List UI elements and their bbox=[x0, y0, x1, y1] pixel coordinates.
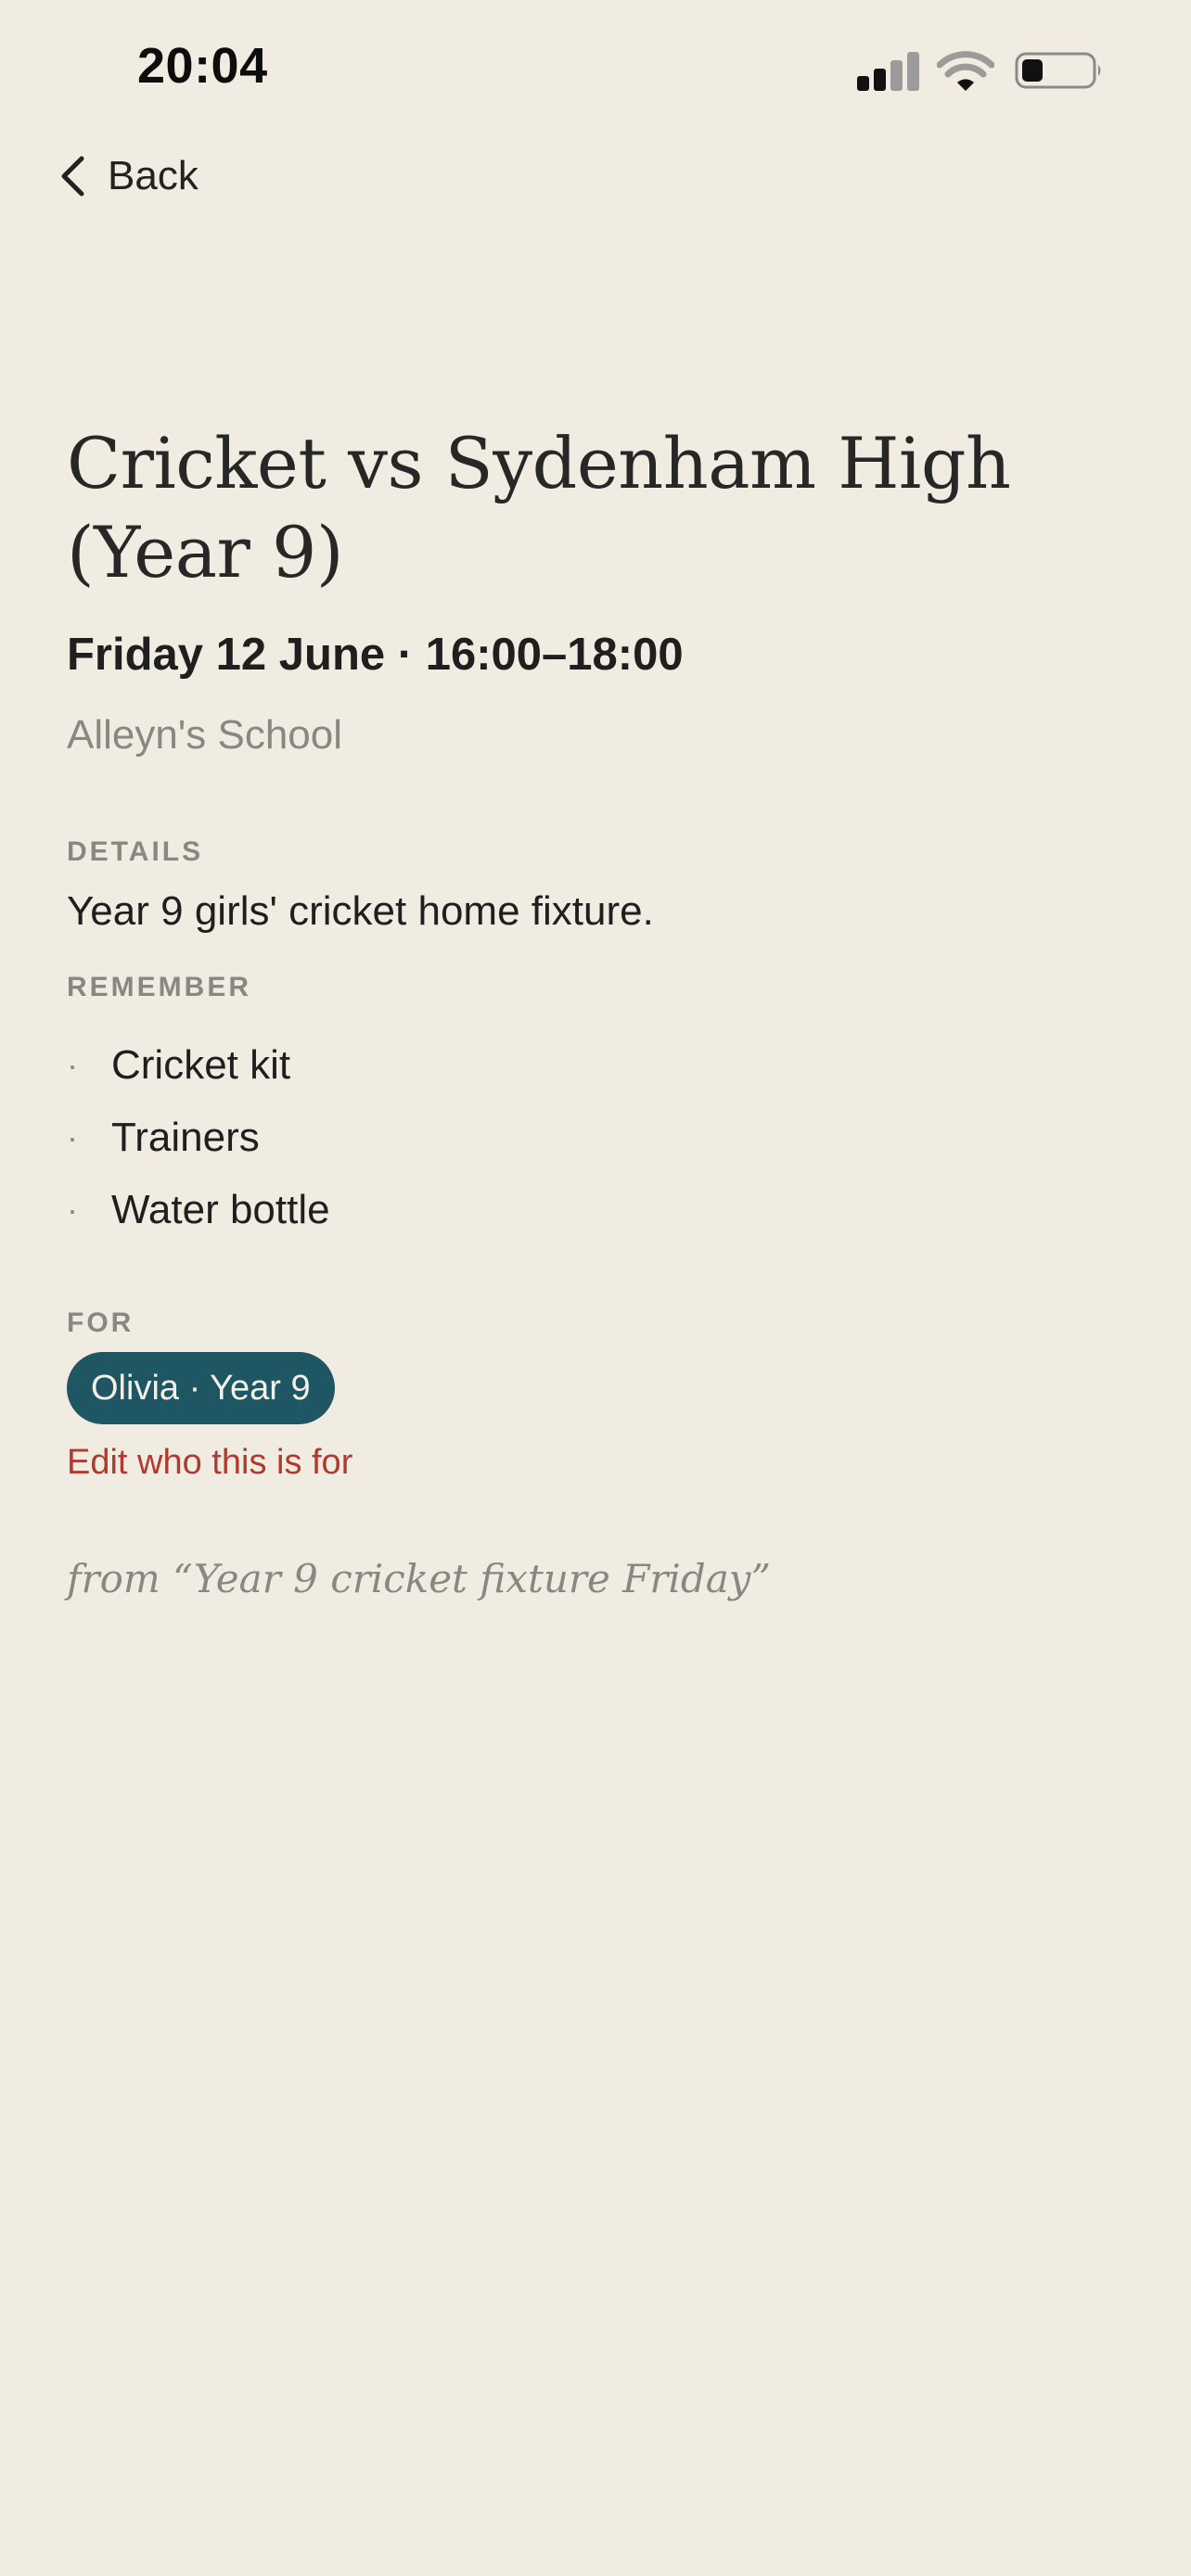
attendee-chip[interactable]: Olivia · Year 9 bbox=[67, 1352, 335, 1424]
event-location: Alleyn's School bbox=[67, 712, 342, 758]
bullet: · bbox=[67, 1046, 78, 1084]
remember-list: · Cricket kit · Trainers · Water bottle bbox=[67, 1029, 330, 1246]
event-datetime: Friday 12 June · 16:00–18:00 bbox=[67, 630, 684, 680]
for-heading: FOR bbox=[67, 1307, 134, 1338]
chevron-left-icon bbox=[61, 156, 84, 197]
bullet: · bbox=[67, 1191, 78, 1229]
battery-icon bbox=[1015, 52, 1104, 89]
remember-item-label: Cricket kit bbox=[111, 1042, 291, 1088]
list-item: · Cricket kit bbox=[67, 1029, 330, 1102]
status-time: 20:04 bbox=[137, 38, 268, 94]
remember-heading: REMEMBER bbox=[67, 972, 252, 1002]
source-note: from “Year 9 cricket fixture Friday” bbox=[67, 1556, 771, 1601]
remember-item-label: Water bottle bbox=[111, 1187, 330, 1232]
bullet: · bbox=[67, 1118, 78, 1156]
list-item: · Water bottle bbox=[67, 1174, 330, 1246]
list-item: · Trainers bbox=[67, 1102, 330, 1174]
back-button[interactable]: Back bbox=[58, 148, 198, 204]
cellular-signal-icon bbox=[857, 50, 919, 91]
wifi-icon bbox=[936, 50, 995, 91]
edit-attendees-link[interactable]: Edit who this is for bbox=[67, 1443, 352, 1483]
event-title: Cricket vs Sydenham High (Year 9) bbox=[67, 422, 1011, 593]
remember-item-label: Trainers bbox=[111, 1115, 260, 1160]
back-label: Back bbox=[108, 153, 198, 198]
details-heading: DETAILS bbox=[67, 836, 204, 867]
details-text: Year 9 girls' cricket home fixture. bbox=[67, 888, 654, 934]
